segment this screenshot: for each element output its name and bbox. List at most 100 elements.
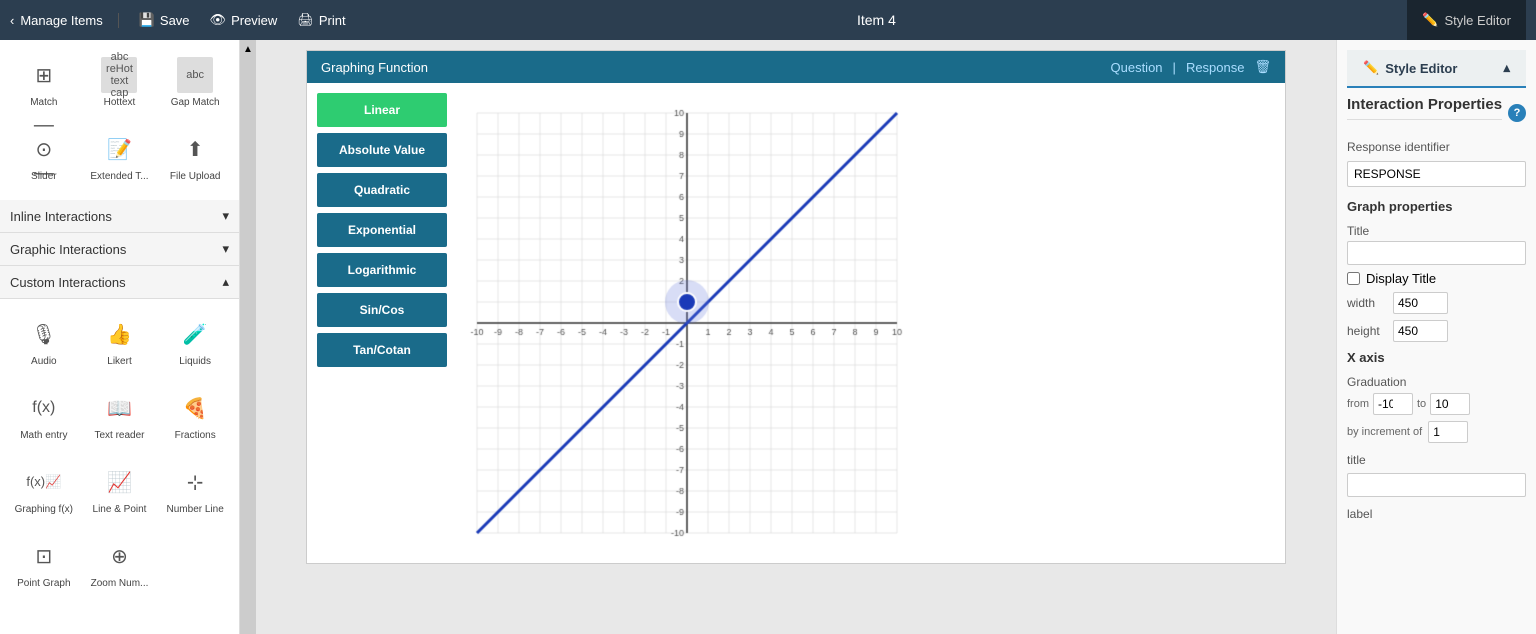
sidebar-item-pointgraph[interactable]: ⊡ Point Graph: [8, 529, 80, 599]
sidebar-item-slider[interactable]: —⊙— Slider: [8, 122, 80, 192]
file-upload-icon: ⬆: [177, 131, 213, 167]
title-input[interactable]: [1347, 241, 1526, 265]
extended-text-label: Extended T...: [90, 171, 148, 183]
preview-button[interactable]: 👁 Preview: [210, 12, 278, 28]
properties-header: Interaction Properties ?: [1347, 96, 1526, 130]
graph-area[interactable]: [457, 93, 1275, 553]
sidebar-item-liquids[interactable]: 🧪 Liquids: [159, 307, 231, 377]
sidebar-item-extended-text[interactable]: 📝 Extended T...: [84, 122, 156, 192]
width-input[interactable]: [1393, 292, 1448, 314]
fn-absolute-button[interactable]: Absolute Value: [317, 133, 447, 167]
sidebar-item-match[interactable]: ⊞ Match: [8, 48, 80, 118]
sidebar-item-numberline[interactable]: ⊹ Number Line: [159, 455, 231, 525]
sidebar-item-file-upload[interactable]: ⬆ File Upload: [159, 122, 231, 192]
zoomnum-label: Zoom Num...: [91, 578, 149, 590]
chevron-down-icon: ▾: [222, 208, 229, 224]
sidebar-item-audio[interactable]: 🎙 Audio: [8, 307, 80, 377]
fn-tancotan-button[interactable]: Tan/Cotan: [317, 333, 447, 367]
file-upload-label: File Upload: [170, 171, 221, 183]
graphing-header-right: Question | Response 🗑: [1111, 59, 1272, 75]
pipe-separator: |: [1173, 60, 1176, 75]
top-icons-grid: ⊞ Match abcreHottext cap Hottext abc Gap…: [0, 40, 239, 200]
inline-interactions-label: Inline Interactions: [10, 209, 112, 224]
chevron-down-icon: ▾: [222, 241, 229, 257]
sidebar-item-graphingfx[interactable]: f(x)📈 Graphing f(x): [8, 455, 80, 525]
graphing-body: Linear Absolute Value Quadratic Exponent…: [307, 83, 1285, 563]
width-label: width: [1347, 296, 1387, 310]
sidebar-item-gapmatch[interactable]: abc Gap Match: [159, 48, 231, 118]
style-editor-button[interactable]: ✏️ Style Editor: [1407, 0, 1526, 40]
hottext-icon: abcreHottext cap: [101, 57, 137, 93]
inline-interactions-section[interactable]: Inline Interactions ▾: [0, 200, 239, 233]
sidebar-item-zoomnum[interactable]: ⊕ Zoom Num...: [84, 529, 156, 599]
likert-icon: 👍: [101, 316, 137, 352]
sidebar-item-mathentry[interactable]: f(x) Math entry: [8, 381, 80, 451]
fractions-label: Fractions: [175, 430, 216, 442]
function-buttons: Linear Absolute Value Quadratic Exponent…: [317, 93, 447, 553]
liquids-label: Liquids: [179, 356, 211, 368]
custom-interactions-label: Custom Interactions: [10, 275, 126, 290]
from-input[interactable]: [1373, 393, 1413, 415]
numberline-icon: ⊹: [177, 464, 213, 500]
style-editor-label: Style Editor: [1445, 13, 1511, 28]
slider-icon: —⊙—: [26, 131, 62, 167]
sidebar-item-textreader[interactable]: 📖 Text reader: [84, 381, 156, 451]
scroll-arrow[interactable]: ▲: [240, 40, 256, 634]
height-input[interactable]: [1393, 320, 1448, 342]
graph-properties-title: Graph properties: [1347, 199, 1526, 214]
question-link[interactable]: Question: [1111, 60, 1163, 75]
sidebar-item-hottext[interactable]: abcreHottext cap Hottext: [84, 48, 156, 118]
graduation-label: Graduation: [1347, 375, 1526, 389]
chevron-up-icon: ▴: [1503, 60, 1510, 76]
height-row: height: [1347, 320, 1526, 342]
graphic-interactions-section[interactable]: Graphic Interactions ▾: [0, 233, 239, 266]
title-label: Title: [1347, 224, 1526, 238]
from-label: from: [1347, 398, 1369, 410]
preview-label: Preview: [231, 13, 277, 28]
hottext-label: Hottext: [104, 97, 136, 109]
save-button[interactable]: 💾 Save: [139, 12, 190, 28]
print-button[interactable]: 🖨 Print: [297, 12, 345, 28]
center-content: Graphing Function Question | Response 🗑 …: [256, 40, 1336, 634]
fn-sincos-button[interactable]: Sin/Cos: [317, 293, 447, 327]
textreader-icon: 📖: [101, 390, 137, 426]
graphing-panel: Graphing Function Question | Response 🗑 …: [306, 50, 1286, 564]
to-input[interactable]: [1430, 393, 1470, 415]
style-editor-tab-label: Style Editor: [1385, 61, 1457, 76]
graphingfx-icon: f(x)📈: [26, 464, 62, 500]
width-row: width: [1347, 292, 1526, 314]
fn-quadratic-button[interactable]: Quadratic: [317, 173, 447, 207]
print-label: Print: [319, 13, 346, 28]
increment-input[interactable]: [1428, 421, 1468, 443]
axis-label-label: label: [1347, 507, 1526, 521]
numberline-label: Number Line: [167, 504, 224, 516]
fn-linear-button[interactable]: Linear: [317, 93, 447, 127]
custom-interactions-section[interactable]: Custom Interactions ▴: [0, 266, 239, 299]
audio-icon: 🎙: [26, 316, 62, 352]
response-id-input[interactable]: [1347, 161, 1526, 187]
manage-items-button[interactable]: ‹ Manage Items: [10, 13, 119, 28]
save-label: Save: [160, 13, 190, 28]
display-title-checkbox[interactable]: [1347, 272, 1360, 285]
chevron-left-icon: ‹: [10, 13, 14, 28]
style-editor-tab[interactable]: ✏️ Style Editor ▴: [1347, 50, 1526, 88]
response-link[interactable]: Response: [1186, 60, 1245, 75]
left-sidebar: ⊞ Match abcreHottext cap Hottext abc Gap…: [0, 40, 240, 634]
sidebar-item-likert[interactable]: 👍 Likert: [84, 307, 156, 377]
main-layout: ⊞ Match abcreHottext cap Hottext abc Gap…: [0, 40, 1536, 634]
fractions-icon: 🍕: [177, 390, 213, 426]
print-icon: 🖨: [297, 12, 314, 28]
gapmatch-label: Gap Match: [171, 97, 220, 109]
axis-title-input[interactable]: [1347, 473, 1526, 497]
textreader-label: Text reader: [94, 430, 144, 442]
help-icon[interactable]: ?: [1508, 104, 1526, 122]
mathentry-icon: f(x): [26, 390, 62, 426]
sidebar-item-linepoint[interactable]: 📈 Line & Point: [84, 455, 156, 525]
sidebar-item-fractions[interactable]: 🍕 Fractions: [159, 381, 231, 451]
fn-exponential-button[interactable]: Exponential: [317, 213, 447, 247]
pencil-icon: ✏️: [1422, 12, 1438, 28]
fn-logarithmic-button[interactable]: Logarithmic: [317, 253, 447, 287]
trash-icon[interactable]: 🗑: [1254, 59, 1271, 75]
display-title-row: Display Title: [1347, 271, 1526, 286]
display-title-label: Display Title: [1366, 271, 1436, 286]
